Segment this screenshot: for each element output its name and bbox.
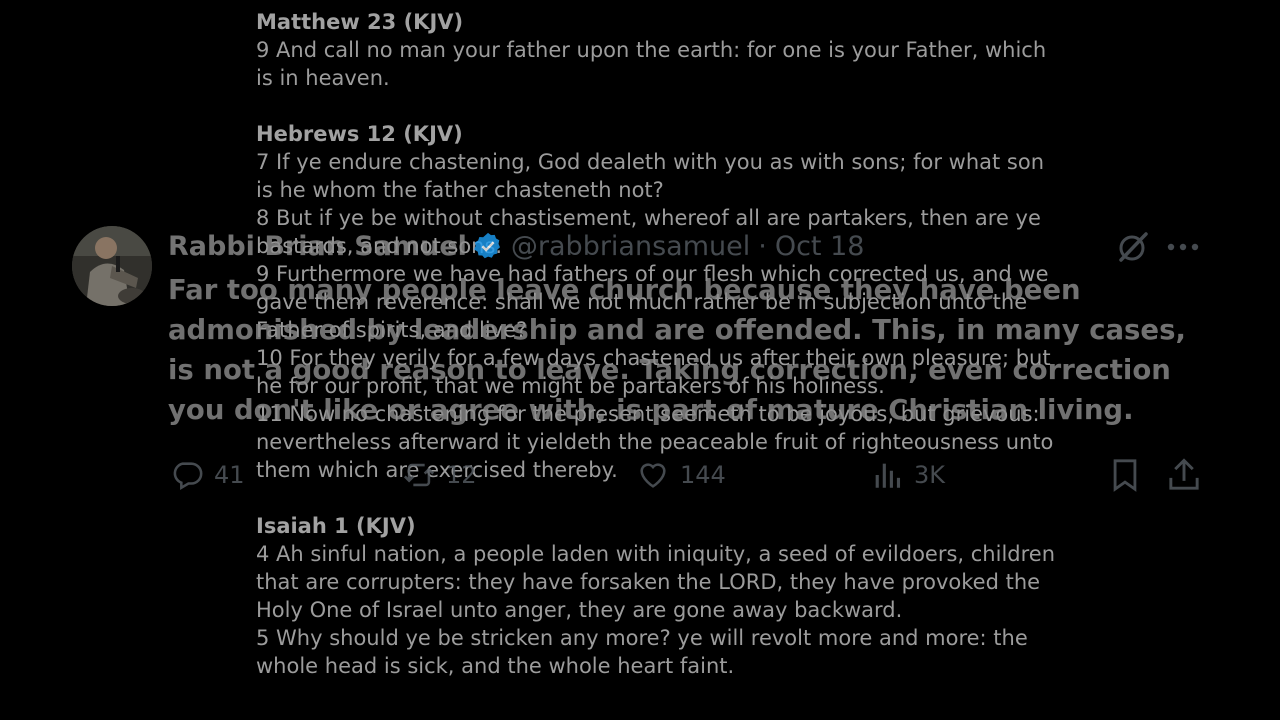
repost-button[interactable]: 12 — [402, 456, 477, 494]
share-icon — [1169, 458, 1199, 490]
avatar-image — [72, 226, 152, 306]
like-count: 144 — [680, 461, 726, 489]
avatar[interactable] — [72, 226, 152, 306]
verified-icon — [473, 231, 503, 261]
reply-count: 41 — [214, 461, 245, 489]
bookmark-button[interactable] — [1108, 456, 1142, 494]
reply-button[interactable]: 41 — [170, 456, 245, 494]
views-icon — [875, 463, 901, 488]
repost-count: 12 — [446, 461, 477, 489]
more-icon[interactable] — [1166, 232, 1200, 262]
reply-icon — [173, 462, 203, 491]
grok-icon[interactable] — [1116, 230, 1150, 264]
author-name[interactable]: Rabbi Brian Samuel — [168, 231, 467, 262]
views-button[interactable]: 3K — [870, 456, 945, 494]
author-handle[interactable]: @rabbriansamuel — [511, 231, 750, 262]
bookmark-icon — [1113, 459, 1137, 492]
views-count: 3K — [914, 461, 946, 489]
tweet-header: Rabbi Brian Samuel @rabbriansamuel · Oct… — [168, 228, 864, 264]
like-icon — [640, 463, 666, 488]
like-button[interactable]: 144 — [636, 456, 726, 494]
share-button[interactable] — [1166, 456, 1202, 494]
separator: · — [758, 230, 767, 262]
tweet-text: Far too many people leave church because… — [168, 274, 1186, 426]
repost-icon — [403, 463, 435, 487]
tweet-card: Rabbi Brian Samuel @rabbriansamuel · Oct… — [0, 0, 1280, 720]
tweet-date[interactable]: Oct 18 — [775, 231, 865, 262]
